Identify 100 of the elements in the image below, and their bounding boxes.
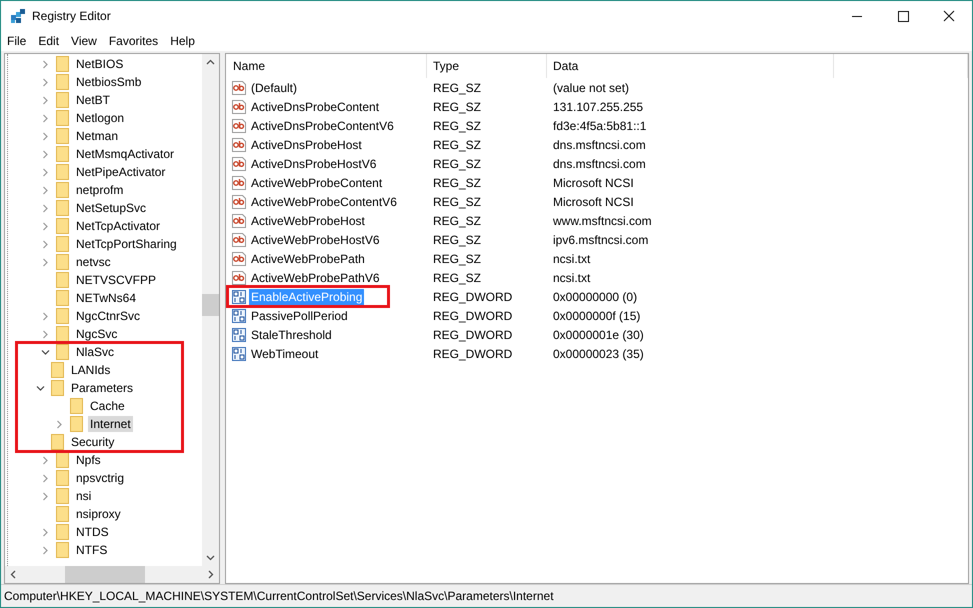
table-cell-text: REG_DWORD <box>432 328 514 342</box>
chevron-right-icon[interactable] <box>41 186 50 194</box>
tree-item[interactable]: LANIds <box>69 362 112 378</box>
tree-item[interactable]: npsvctrig <box>74 470 126 486</box>
tree-item[interactable]: netprofm <box>74 182 126 198</box>
chevron-right-icon[interactable] <box>41 204 50 212</box>
column-header[interactable]: Data <box>547 54 834 78</box>
value-name[interactable]: ActiveDnsProbeContent <box>249 98 382 114</box>
folder-icon <box>56 254 69 270</box>
column-header[interactable]: Name <box>226 54 427 78</box>
value-name[interactable]: ActiveWebProbeHost <box>249 212 367 228</box>
value-name[interactable]: ActiveDnsProbeHostV6 <box>249 156 378 172</box>
chevron-right-icon[interactable] <box>41 474 50 482</box>
tree-item[interactable]: NetbiosSmb <box>74 74 144 90</box>
tree-item[interactable]: NetBIOS <box>74 56 126 72</box>
tree-item[interactable]: Security <box>69 434 116 450</box>
folder-icon <box>70 416 83 432</box>
chevron-down-icon[interactable] <box>36 384 45 392</box>
chevron-right-icon[interactable] <box>41 132 50 140</box>
value-name[interactable]: ActiveDnsProbeHost <box>249 136 364 152</box>
chevron-right-icon[interactable] <box>41 258 50 266</box>
chevron-right-icon[interactable] <box>41 222 50 230</box>
value-name[interactable]: ActiveWebProbePath <box>249 250 367 266</box>
scroll-thumb[interactable] <box>65 566 145 583</box>
chevron-right-icon[interactable] <box>41 492 50 500</box>
table-cell-text: REG_SZ <box>432 118 482 132</box>
menu-item[interactable]: File <box>1 34 32 48</box>
value-name[interactable]: ActiveWebProbeHostV6 <box>249 232 382 248</box>
table-cell-text: fd3e:4f5a:5b81::1 <box>552 118 648 132</box>
value-name[interactable]: ActiveDnsProbeContentV6 <box>249 118 396 134</box>
chevron-right-icon[interactable] <box>41 168 50 176</box>
tree-item[interactable]: NetMsmqActivator <box>74 146 176 162</box>
table-cell-text: dns.msftncsi.com <box>552 156 647 170</box>
tree-item[interactable]: NetTcpPortSharing <box>74 236 179 252</box>
tree-item[interactable]: NTFS <box>74 542 110 558</box>
menu-item[interactable]: View <box>65 34 103 48</box>
tree-item[interactable]: NetPipeActivator <box>74 164 168 180</box>
table-cell-text: 0x00000023 (35) <box>552 346 645 360</box>
tree-item[interactable]: NTDS <box>74 524 111 540</box>
scroll-down-icon[interactable] <box>206 555 215 561</box>
tree-item[interactable]: NetTcpActivator <box>74 218 162 234</box>
tree-item[interactable]: NgcSvc <box>74 326 120 342</box>
chevron-right-icon[interactable] <box>41 330 50 338</box>
tree-item[interactable]: NlaSvc <box>74 344 116 360</box>
tree-item[interactable]: netvsc <box>74 254 113 270</box>
value-name[interactable]: StaleThreshold <box>249 326 334 342</box>
chevron-right-icon[interactable] <box>41 312 50 320</box>
string-value-icon <box>231 174 247 190</box>
folder-icon <box>56 542 69 558</box>
scroll-thumb[interactable] <box>202 294 219 316</box>
tree-item[interactable]: Netlogon <box>74 110 126 126</box>
table-cell-text: Microsoft NCSI <box>552 194 635 208</box>
tree-item[interactable]: nsi <box>74 488 94 504</box>
tree-item[interactable]: NetBT <box>74 92 112 108</box>
folder-icon <box>51 362 64 378</box>
chevron-down-icon[interactable] <box>41 348 50 356</box>
folder-icon <box>56 290 69 306</box>
folder-icon <box>56 218 69 234</box>
tree-item[interactable]: Parameters <box>69 380 136 396</box>
tree-item[interactable]: Npfs <box>74 452 103 468</box>
folder-icon <box>56 128 69 144</box>
tree-item[interactable]: NetSetupSvc <box>74 200 148 216</box>
value-name[interactable]: PassivePollPeriod <box>249 308 350 324</box>
scroll-left-icon[interactable] <box>10 570 16 579</box>
menu-item[interactable]: Edit <box>32 34 66 48</box>
chevron-right-icon[interactable] <box>41 546 50 554</box>
scroll-right-icon[interactable] <box>208 570 214 579</box>
tree-item[interactable]: Cache <box>88 398 127 414</box>
tree-item[interactable]: nsiproxy <box>74 506 123 522</box>
column-header[interactable]: Type <box>427 54 547 78</box>
chevron-right-icon[interactable] <box>41 60 50 68</box>
value-name[interactable]: WebTimeout <box>249 346 320 362</box>
table-cell-text: REG_SZ <box>432 252 482 266</box>
tree-item[interactable]: Netman <box>74 128 120 144</box>
tree-item[interactable]: NETwNs64 <box>74 290 138 306</box>
folder-icon <box>56 344 69 360</box>
value-name[interactable]: ActiveWebProbeContentV6 <box>249 194 399 210</box>
chevron-right-icon[interactable] <box>41 78 50 86</box>
menu-item[interactable]: Favorites <box>102 34 164 48</box>
binary-value-icon <box>231 326 247 342</box>
chevron-right-icon[interactable] <box>41 150 50 158</box>
value-name[interactable]: (Default) <box>249 80 300 96</box>
chevron-right-icon[interactable] <box>41 96 50 104</box>
menu-item[interactable]: Help <box>164 34 201 48</box>
chevron-right-icon[interactable] <box>41 114 50 122</box>
tree-item[interactable]: NETVSCVFPP <box>74 272 158 288</box>
tree-item[interactable]: Internet <box>88 416 133 432</box>
chevron-right-icon[interactable] <box>55 420 64 428</box>
chevron-right-icon[interactable] <box>41 456 50 464</box>
folder-icon <box>56 506 69 522</box>
tree-item[interactable]: NgcCtnrSvc <box>74 308 142 324</box>
value-name[interactable]: ActiveWebProbeContent <box>249 174 384 190</box>
folder-icon <box>70 398 83 414</box>
value-name[interactable]: ActiveWebProbePathV6 <box>249 270 382 286</box>
chevron-right-icon[interactable] <box>41 528 50 536</box>
horizontal-scrollbar[interactable] <box>5 566 219 583</box>
vertical-scrollbar[interactable] <box>202 54 219 566</box>
scroll-up-icon[interactable] <box>206 59 215 65</box>
table-cell-text: dns.msftncsi.com <box>552 138 647 152</box>
chevron-right-icon[interactable] <box>41 240 50 248</box>
